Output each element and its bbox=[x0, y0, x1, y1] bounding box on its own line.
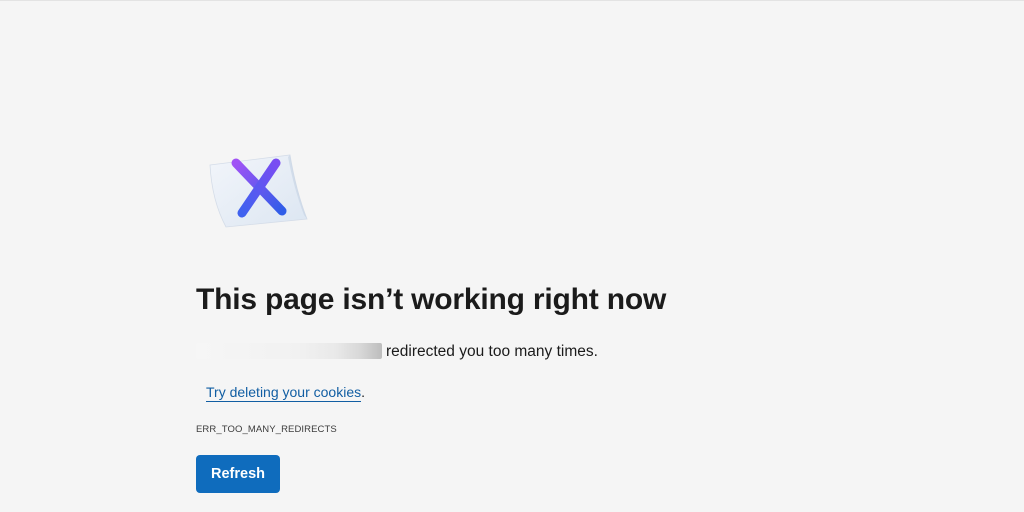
suggestion-period: . bbox=[361, 384, 365, 400]
suggestion: Try deleting your cookies. bbox=[206, 384, 365, 402]
error-x-icon bbox=[204, 151, 312, 231]
error-message: redirected you too many times. bbox=[196, 343, 598, 361]
redacted-hostname bbox=[196, 343, 382, 359]
page-title: This page isn’t working right now bbox=[196, 283, 667, 316]
error-code: ERR_TOO_MANY_REDIRECTS bbox=[196, 424, 337, 435]
delete-cookies-link[interactable]: Try deleting your cookies bbox=[206, 384, 362, 402]
refresh-button[interactable]: Refresh bbox=[196, 455, 280, 493]
error-message-text: redirected you too many times. bbox=[386, 343, 598, 360]
error-page: This page isn’t working right now redire… bbox=[0, 0, 1024, 512]
